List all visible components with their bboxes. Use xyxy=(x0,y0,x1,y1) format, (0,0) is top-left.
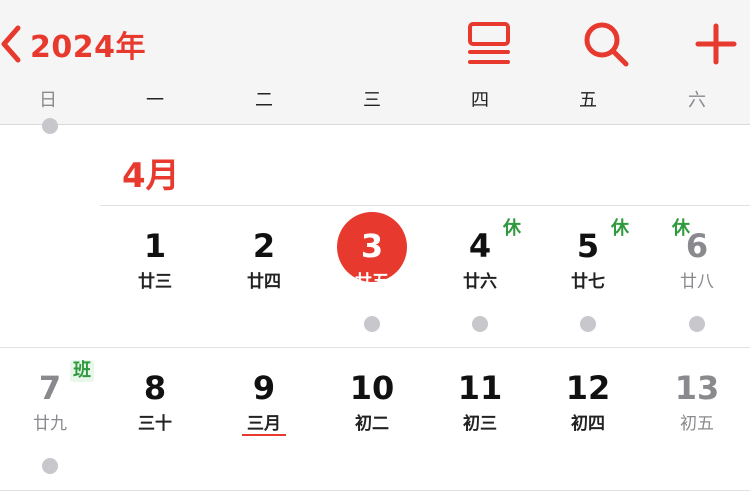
lunar-date: 三十 xyxy=(138,414,172,434)
event-dot xyxy=(689,316,705,332)
lunar-date: 初二 xyxy=(355,414,389,434)
weekday-sat: 六 xyxy=(688,90,706,111)
workday-badge: 班 xyxy=(70,360,94,382)
weekday-mon: 一 xyxy=(146,90,164,111)
lunar-date: 初五 xyxy=(680,414,714,434)
search-icon xyxy=(584,22,629,67)
event-dot xyxy=(472,316,488,332)
day-cell-8[interactable]: 8 三十 xyxy=(105,370,205,480)
day-number: 1 xyxy=(143,227,167,265)
day-number: 3 xyxy=(360,227,384,265)
plus-icon xyxy=(695,23,737,65)
weekday-row: 日 一 二 三 四 五 六 xyxy=(0,86,750,122)
event-dot xyxy=(42,458,58,474)
day-number: 2 xyxy=(252,227,276,265)
day-cell-11[interactable]: 11 初三 xyxy=(430,370,530,480)
holiday-badge: 休 xyxy=(503,218,521,239)
event-dot xyxy=(42,118,58,134)
search-button[interactable] xyxy=(580,18,632,70)
lunar-date: 廿九 xyxy=(33,414,67,434)
week-separator xyxy=(0,490,750,491)
lunar-date: 廿五 xyxy=(355,272,389,292)
event-dot xyxy=(580,316,596,332)
day-cell-2[interactable]: 2 廿四 xyxy=(214,228,314,338)
lunar-date: 初三 xyxy=(463,414,497,434)
back-label: 2024年 xyxy=(30,30,146,65)
day-number: 6 xyxy=(685,227,709,265)
day-number: 9 xyxy=(252,369,276,407)
weekday-fri: 五 xyxy=(579,90,597,111)
day-number: 12 xyxy=(565,369,611,407)
day-cell-10[interactable]: 10 初二 xyxy=(322,370,422,480)
day-number: 13 xyxy=(674,369,720,407)
holiday-badge: 休 xyxy=(611,218,629,239)
weekday-thu: 四 xyxy=(471,90,489,111)
lunar-date: 初四 xyxy=(571,414,605,434)
weekday-tue: 二 xyxy=(255,90,273,111)
weekday-wed: 三 xyxy=(363,90,381,111)
list-icon xyxy=(468,22,510,64)
lunar-date: 廿四 xyxy=(247,272,281,292)
month-separator xyxy=(100,205,750,206)
lunar-date: 廿三 xyxy=(138,272,172,292)
day-cell-1[interactable]: 1 廿三 xyxy=(105,228,205,338)
chevron-left-icon xyxy=(1,25,21,63)
day-number: 11 xyxy=(457,369,503,407)
month-label: 4月 xyxy=(122,156,180,196)
week-separator xyxy=(0,347,750,348)
weekday-sun: 日 xyxy=(39,90,57,111)
day-cell-13[interactable]: 13 初五 xyxy=(647,370,747,480)
event-dot xyxy=(364,316,380,332)
back-to-year-button[interactable]: 2024年 xyxy=(0,18,146,70)
lunar-date: 廿八 xyxy=(680,272,714,292)
list-view-button[interactable] xyxy=(464,18,516,70)
day-cell-12[interactable]: 12 初四 xyxy=(538,370,638,480)
day-number: 10 xyxy=(349,369,395,407)
lunar-date: 三月 xyxy=(247,414,281,434)
day-cell-9[interactable]: 9 三月 xyxy=(214,370,314,480)
holiday-badge: 休 xyxy=(672,218,690,239)
lunar-date: 廿六 xyxy=(463,272,497,292)
add-event-button[interactable] xyxy=(690,18,742,70)
lunar-date: 廿七 xyxy=(571,272,605,292)
lunar-month-underline xyxy=(242,434,286,436)
day-number: 8 xyxy=(143,369,167,407)
calendar-header: 2024年 日 一 二 三 四 五 六 xyxy=(0,0,750,125)
